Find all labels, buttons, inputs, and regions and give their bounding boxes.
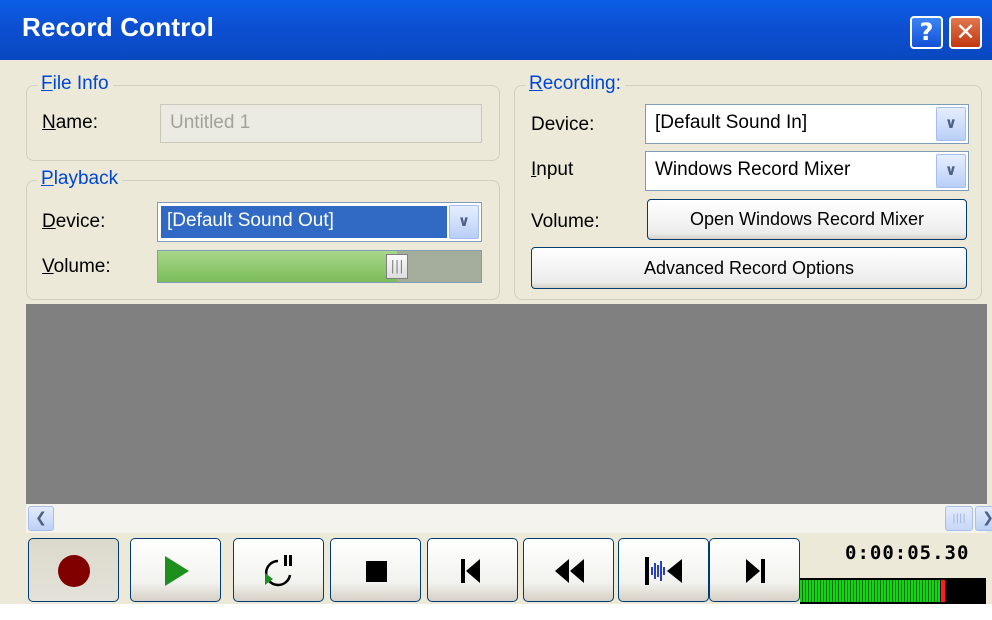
- record-control-dialog: Record Control ? ✕ File Info Name: Untit…: [0, 0, 992, 604]
- recording-input-value: Windows Record Mixer: [655, 159, 851, 180]
- close-button[interactable]: ✕: [949, 16, 982, 49]
- window-title: Record Control: [22, 12, 215, 42]
- go-to-end-icon: [746, 559, 765, 583]
- recording-legend: Recording:: [525, 73, 625, 95]
- level-meter-fill: [800, 580, 940, 602]
- advanced-record-options-button[interactable]: Advanced Record Options: [531, 247, 967, 289]
- close-icon: ✕: [955, 18, 976, 46]
- playback-device-label: Device:: [42, 211, 106, 232]
- help-icon: ?: [919, 18, 934, 46]
- arrow-left-icon[interactable]: ❮: [28, 506, 54, 531]
- go-to-start-icon: [461, 559, 480, 583]
- go-to-start-button[interactable]: [427, 538, 518, 602]
- help-button[interactable]: ?: [910, 16, 943, 49]
- recording-device-select[interactable]: [Default Sound In] ∨: [645, 104, 969, 144]
- play-icon: [165, 556, 189, 586]
- time-display: 0:00:05.30: [845, 542, 970, 564]
- playback-volume-slider[interactable]: |||: [157, 250, 482, 283]
- record-icon: [58, 555, 90, 587]
- play-button[interactable]: [130, 538, 221, 602]
- recording-device-value: [Default Sound In]: [655, 112, 808, 133]
- playback-legend: Playback: [37, 168, 123, 190]
- waveform-display[interactable]: [26, 304, 987, 504]
- trim-icon: [645, 557, 682, 585]
- playback-device-value: [Default Sound Out]: [161, 206, 447, 238]
- rewind-button[interactable]: [523, 538, 614, 602]
- chevron-down-icon[interactable]: ∨: [936, 154, 966, 188]
- open-windows-record-mixer-button[interactable]: Open Windows Record Mixer: [647, 199, 967, 240]
- chevron-down-icon[interactable]: ∨: [449, 205, 479, 239]
- playback-device-select[interactable]: [Default Sound Out] ∨: [157, 202, 482, 242]
- file-info-legend: File Info: [37, 73, 113, 95]
- arrow-right-icon[interactable]: ❯: [975, 506, 992, 531]
- chevron-down-icon[interactable]: ∨: [936, 107, 966, 141]
- playback-volume-label: Volume:: [42, 256, 111, 277]
- name-label: Name:: [42, 112, 98, 133]
- rewind-icon: [555, 559, 584, 583]
- title-bar[interactable]: Record Control ? ✕: [0, 0, 992, 60]
- recording-input-label: Input: [531, 159, 574, 180]
- recording-device-label: Device:: [531, 114, 595, 135]
- stop-icon: [366, 561, 387, 582]
- scrollbar-thumb[interactable]: ||||: [945, 506, 973, 531]
- level-meter-peak: [941, 580, 946, 602]
- trim-button[interactable]: [618, 538, 709, 602]
- recording-volume-label: Volume:: [531, 211, 600, 232]
- loop-play-icon: [264, 555, 292, 587]
- stop-button[interactable]: [330, 538, 421, 602]
- volume-slider-thumb[interactable]: |||: [386, 254, 409, 279]
- loop-play-button[interactable]: [233, 538, 324, 602]
- record-button[interactable]: [28, 538, 119, 602]
- recording-input-select[interactable]: Windows Record Mixer ∨: [645, 151, 969, 191]
- horizontal-scrollbar[interactable]: ❮ |||| ❯: [26, 504, 992, 533]
- level-meter: [800, 578, 986, 604]
- volume-level-fill: [158, 251, 398, 282]
- name-field[interactable]: Untitled 1: [160, 104, 482, 143]
- go-to-end-button[interactable]: [709, 538, 800, 602]
